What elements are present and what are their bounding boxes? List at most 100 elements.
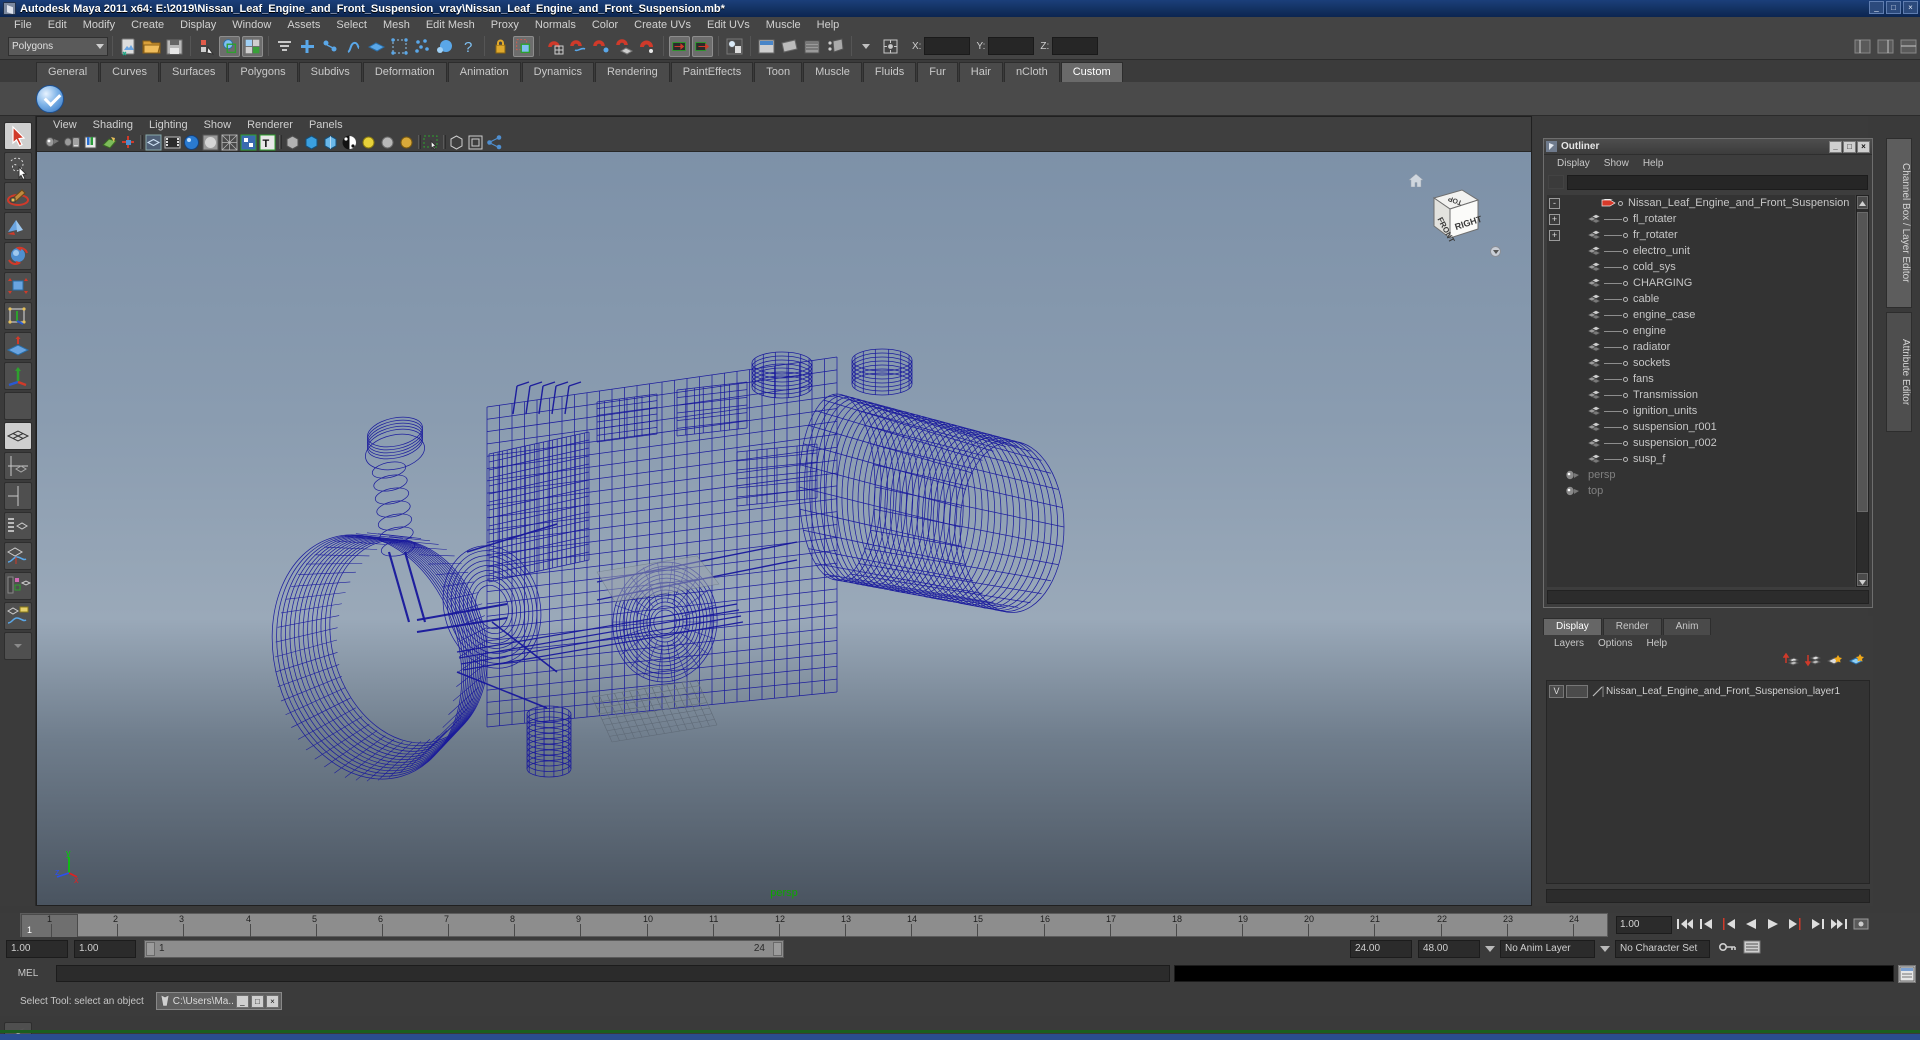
select-curves-icon[interactable] bbox=[343, 36, 364, 57]
outliner-vertical-scrollbar[interactable] bbox=[1856, 195, 1869, 587]
show-hide-tool-settings-icon[interactable] bbox=[1898, 36, 1919, 57]
shaded-material-icon[interactable] bbox=[322, 134, 339, 151]
light-yellow-icon[interactable] bbox=[360, 134, 377, 151]
select-rendering-icon[interactable] bbox=[435, 36, 456, 57]
menu-item-edit[interactable]: Edit bbox=[40, 17, 75, 33]
outliner-item[interactable]: suspension_r002 bbox=[1547, 435, 1855, 451]
snap-to-points-icon[interactable] bbox=[591, 36, 612, 57]
menu-item-create-uvs[interactable]: Create UVs bbox=[626, 17, 699, 33]
layer-color-swatch[interactable] bbox=[1591, 685, 1605, 698]
anim-layer-dropdown-icon[interactable] bbox=[1485, 946, 1495, 952]
batch-render-icon[interactable] bbox=[802, 36, 823, 57]
default-material-icon[interactable] bbox=[303, 134, 320, 151]
soft-modification-tool-button[interactable] bbox=[3, 332, 32, 360]
outliner-scroll-thumb[interactable] bbox=[1857, 212, 1868, 512]
outliner-item[interactable]: - Nissan_Leaf_Engine_and_Front_Suspension bbox=[1547, 195, 1855, 211]
texture-material-icon[interactable] bbox=[341, 134, 358, 151]
save-scene-icon[interactable] bbox=[164, 36, 185, 57]
outliner-search-input[interactable] bbox=[1567, 174, 1868, 190]
menu-item-file[interactable]: File bbox=[6, 17, 40, 33]
select-all-icon[interactable] bbox=[297, 36, 318, 57]
new-scene-icon[interactable] bbox=[118, 36, 139, 57]
show-hide-channel-box-icon[interactable] bbox=[1852, 36, 1873, 57]
viewport-menu-shading[interactable]: Shading bbox=[85, 119, 141, 131]
layer-row[interactable]: V Nissan_Leaf_Engine_and_Front_Suspension… bbox=[1549, 683, 1867, 699]
layer-editor-tab-display[interactable]: Display bbox=[1543, 618, 1602, 635]
taskbar-close-icon[interactable]: × bbox=[265, 994, 279, 1008]
x-input[interactable] bbox=[924, 37, 971, 55]
select-by-object-icon[interactable] bbox=[219, 35, 240, 57]
anim-layer-selector[interactable]: No Anim Layer bbox=[1500, 940, 1595, 958]
outliner-expander[interactable]: - bbox=[1549, 197, 1560, 209]
lock-icon[interactable] bbox=[490, 36, 511, 57]
shelf-tab-general[interactable]: General bbox=[36, 62, 100, 82]
render-view-icon[interactable] bbox=[779, 36, 800, 57]
isolate-select-icon[interactable] bbox=[423, 134, 440, 151]
shaded-display-icon[interactable] bbox=[183, 134, 200, 151]
hypershade-icon[interactable] bbox=[756, 36, 777, 57]
step-forward-key-button[interactable] bbox=[1808, 917, 1826, 933]
menu-item-select[interactable]: Select bbox=[328, 17, 375, 33]
shelf-tab-hair[interactable]: Hair bbox=[958, 62, 1003, 82]
snap-to-grids-icon[interactable] bbox=[545, 36, 566, 57]
undo-icon[interactable] bbox=[196, 36, 217, 57]
menu-item-window[interactable]: Window bbox=[224, 17, 279, 33]
quick-layout-single-perspective-button[interactable] bbox=[3, 422, 32, 450]
taskbar-window-button[interactable]: C:\Users\Ma.. _ □ × bbox=[155, 992, 282, 1010]
paint-selection-tool-button[interactable] bbox=[3, 182, 32, 210]
shelf-tab-fur[interactable]: Fur bbox=[917, 62, 958, 82]
playback-start-field[interactable]: 1.00 bbox=[74, 940, 136, 958]
light-amber-icon[interactable] bbox=[398, 134, 415, 151]
xray-joints-icon[interactable] bbox=[448, 134, 465, 151]
outliner-item[interactable]: CHARGING bbox=[1547, 275, 1855, 291]
snap-to-curves-icon[interactable] bbox=[568, 36, 589, 57]
outliner-item[interactable]: ignition_units bbox=[1547, 403, 1855, 419]
layer-menu-options[interactable]: Options bbox=[1591, 638, 1639, 649]
shelf-tab-painteffects[interactable]: PaintEffects bbox=[670, 62, 754, 82]
layer-visibility-toggle[interactable]: V bbox=[1549, 684, 1564, 698]
animation-end-field[interactable]: 48.00 bbox=[1418, 940, 1480, 958]
menu-item-normals[interactable]: Normals bbox=[527, 17, 584, 33]
shelf-tab-deformation[interactable]: Deformation bbox=[362, 62, 447, 82]
lighting-display-icon[interactable]: T bbox=[259, 134, 276, 151]
menu-item-mesh[interactable]: Mesh bbox=[375, 17, 418, 33]
last-tool-used-button[interactable] bbox=[3, 392, 32, 420]
animation-preferences-button[interactable] bbox=[1742, 939, 1762, 960]
open-scene-icon[interactable] bbox=[141, 36, 162, 57]
exposure-control-icon[interactable] bbox=[467, 134, 484, 151]
camera-attributes-icon[interactable] bbox=[63, 134, 80, 151]
rotate-tool-button[interactable] bbox=[3, 242, 32, 270]
outliner-item[interactable]: cold_sys bbox=[1547, 259, 1855, 275]
character-set-selector[interactable]: No Character Set bbox=[1615, 940, 1710, 958]
step-back-key-button[interactable] bbox=[1698, 917, 1716, 933]
scroll-up-arrow-icon[interactable] bbox=[1857, 196, 1868, 209]
layer-editor-tab-anim[interactable]: Anim bbox=[1662, 618, 1712, 635]
go-to-start-button[interactable] bbox=[1676, 917, 1694, 933]
range-start-grip[interactable] bbox=[146, 942, 155, 956]
shelf-tab-polygons[interactable]: Polygons bbox=[228, 62, 298, 82]
render-settings-icon[interactable] bbox=[724, 36, 745, 57]
select-deformers-icon[interactable] bbox=[389, 36, 410, 57]
menu-item-muscle[interactable]: Muscle bbox=[758, 17, 809, 33]
outliner-expander[interactable]: + bbox=[1549, 229, 1560, 241]
outliner-item[interactable]: electro_unit bbox=[1547, 243, 1855, 259]
viewport-share-icon[interactable] bbox=[486, 134, 503, 151]
outliner-menu-help[interactable]: Help bbox=[1636, 158, 1671, 169]
film-gate-icon[interactable] bbox=[164, 134, 181, 151]
outliner-item[interactable]: sockets bbox=[1547, 355, 1855, 371]
quick-layout-hypershade-persp-button[interactable] bbox=[3, 572, 32, 600]
snap-grid-toggle-icon[interactable] bbox=[513, 35, 534, 57]
smooth-shade-all-icon[interactable] bbox=[202, 134, 219, 151]
y-input[interactable] bbox=[988, 37, 1035, 55]
menu-item-edit-mesh[interactable]: Edit Mesh bbox=[418, 17, 483, 33]
move-tool-button[interactable] bbox=[3, 212, 32, 240]
outliner-item[interactable]: + fl_rotater bbox=[1547, 211, 1855, 227]
select-camera-icon[interactable] bbox=[44, 134, 61, 151]
field-collapse-icon[interactable] bbox=[857, 36, 878, 57]
outliner-horizontal-scrollbar[interactable] bbox=[1547, 590, 1869, 604]
xray-display-icon[interactable] bbox=[284, 134, 301, 151]
grid-toggle-icon[interactable] bbox=[145, 134, 162, 151]
menu-item-edit-uvs[interactable]: Edit UVs bbox=[699, 17, 758, 33]
layer-menu-layers[interactable]: Layers bbox=[1547, 638, 1591, 649]
menu-item-help[interactable]: Help bbox=[809, 17, 848, 33]
